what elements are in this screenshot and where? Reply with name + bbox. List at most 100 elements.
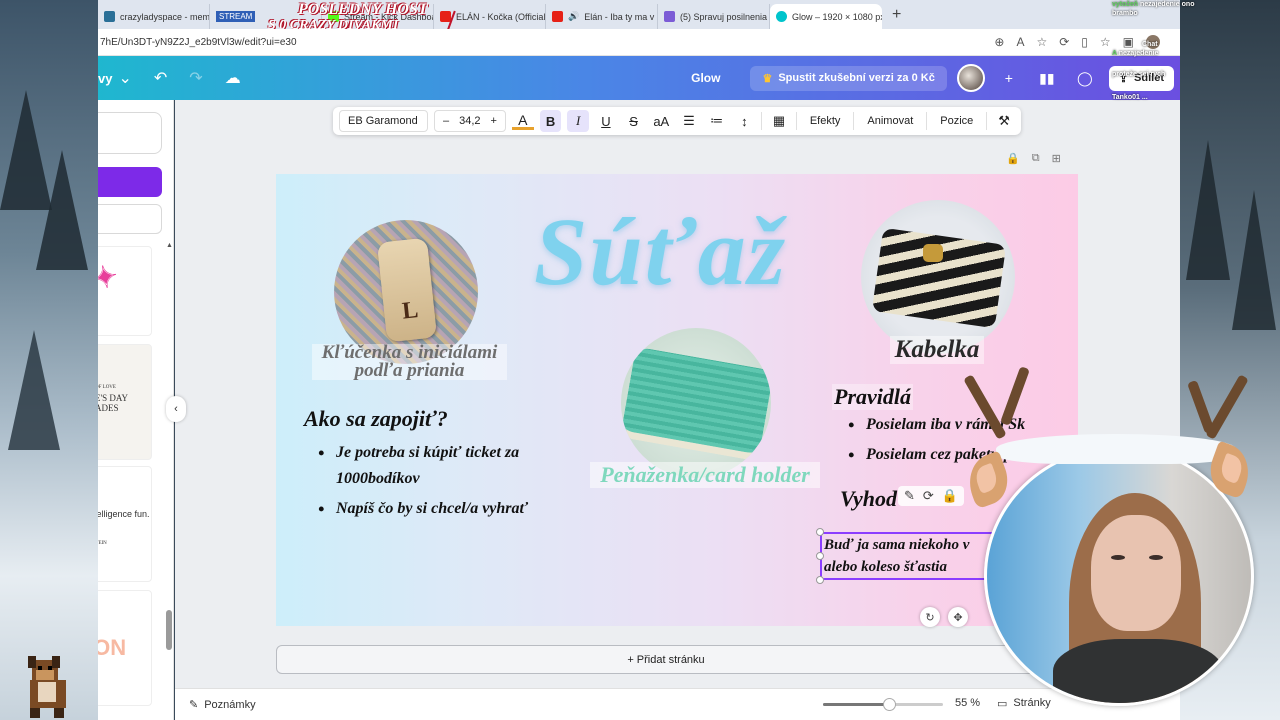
extension-icon[interactable]: ⟳ bbox=[1059, 35, 1069, 49]
tab-favicon bbox=[664, 11, 675, 22]
wallet-caption[interactable]: Peňaženka/card holder bbox=[590, 462, 820, 488]
browser-tab[interactable]: (5) Spravuj posilnenia ✕ bbox=[658, 4, 770, 29]
primary-action-button[interactable] bbox=[98, 167, 162, 197]
zoom-icon[interactable]: ⊕ bbox=[994, 35, 1004, 49]
filter-input[interactable] bbox=[98, 204, 162, 234]
font-size-stepper[interactable]: – 34,2 + bbox=[434, 110, 506, 132]
edit-icon[interactable]: ✎ bbox=[904, 488, 915, 504]
add-page-icon[interactable]: ⊞ bbox=[1052, 152, 1061, 165]
chat-message: Tanko01 ... bbox=[1112, 94, 1148, 101]
browser-tab-active[interactable]: Glow – 1920 × 1080 px ✕ bbox=[770, 4, 882, 29]
template-logo: ✦ bbox=[98, 259, 121, 297]
case-icon[interactable]: aA bbox=[650, 110, 672, 132]
split-screen-icon[interactable]: ▯ bbox=[1081, 35, 1088, 49]
analytics-icon[interactable]: ▮▮ bbox=[1033, 64, 1061, 92]
youtube-favicon-icon bbox=[552, 11, 563, 22]
browser-tab[interactable]: crazyladyspace - mem ✕ bbox=[98, 4, 210, 29]
chat-message: vytožeň nezajedenie ono bbox=[1112, 1, 1195, 8]
chevron-down-icon[interactable]: ⌄ bbox=[118, 68, 131, 88]
document-name[interactable]: Glow bbox=[691, 71, 720, 85]
list-icon[interactable]: ≔ bbox=[706, 110, 728, 132]
start-trial-button[interactable]: ♛ Spustit zkušební verzi za 0 Kč bbox=[750, 65, 947, 91]
move-handle-icon[interactable]: ✥ bbox=[948, 607, 968, 627]
redo-icon[interactable]: ↷ bbox=[189, 68, 202, 88]
strikethrough-icon[interactable]: S bbox=[623, 110, 645, 132]
lock-icon[interactable]: 🔒 bbox=[1006, 152, 1020, 165]
template-thumbnail[interactable]: ntelligence fun. NSTEIN bbox=[98, 466, 152, 582]
resize-handle[interactable] bbox=[816, 528, 824, 536]
bold-icon[interactable]: B bbox=[539, 110, 562, 132]
url-text[interactable]: 7hE/Un3DT-yN9Z2J_e2b9tVl3w/edit?ui=e30 bbox=[100, 37, 297, 48]
rotate-icon[interactable]: ⟳ bbox=[923, 488, 934, 504]
new-tab-button[interactable]: + bbox=[882, 6, 911, 24]
slide-title[interactable]: Súťaž bbox=[534, 196, 787, 307]
star-icon[interactable]: ☆ bbox=[1036, 35, 1047, 49]
bag-clasp bbox=[923, 244, 943, 262]
winner-heading[interactable]: Vyhod bbox=[840, 486, 897, 512]
list-item: Je potreba si kúpiť ticket za 1000bodíko… bbox=[318, 440, 558, 492]
chat-message: Chat bbox=[1142, 41, 1158, 48]
zoom-level[interactable]: 55 % bbox=[955, 697, 980, 709]
design-slide[interactable]: Súťaž L Kľúčenka s iniciálami podľa pria… bbox=[276, 174, 1078, 626]
notes-button[interactable]: ✎ Poznámky bbox=[175, 698, 256, 712]
wallet-body bbox=[621, 346, 771, 462]
effects-button[interactable]: Efekty bbox=[803, 115, 848, 127]
template-thumbnail[interactable]: ✦ bbox=[98, 246, 152, 336]
align-left-icon[interactable]: ☰ bbox=[678, 110, 700, 132]
how-to-join-heading[interactable]: Ako sa zapojiť? bbox=[304, 406, 448, 432]
lock-icon[interactable]: 🔒 bbox=[942, 488, 958, 504]
position-button[interactable]: Pozice bbox=[933, 115, 980, 127]
collapse-panel-button[interactable]: ‹ bbox=[166, 396, 186, 422]
webcam-eye bbox=[1149, 555, 1163, 560]
scrollbar-thumb[interactable] bbox=[166, 610, 172, 650]
template-thumbnail[interactable]: OF LOVE E'S DAY ADES bbox=[98, 344, 152, 460]
search-input[interactable] bbox=[98, 112, 162, 154]
browser-tab[interactable]: 🔊 Elán - Iba ty ma v ✕ bbox=[546, 4, 658, 29]
menu-label[interactable]: vy bbox=[98, 71, 112, 86]
keychain-caption[interactable]: Kľúčenka s iniciálami podľa priania bbox=[312, 343, 507, 380]
template-thumbnail[interactable]: ION bbox=[98, 590, 152, 706]
cloud-saved-icon[interactable]: ☁ bbox=[225, 68, 241, 88]
tree-silhouette bbox=[36, 150, 88, 270]
pages-button[interactable]: ▭ Stránky bbox=[997, 697, 1051, 710]
address-bar[interactable]: 7hE/Un3DT-yN9Z2J_e2b9tVl3w/edit?ui=e30 ⊕… bbox=[98, 29, 1180, 56]
animate-button[interactable]: Animovat bbox=[860, 115, 920, 127]
avatar[interactable] bbox=[956, 64, 985, 92]
paint-roller-icon[interactable]: ⚒ bbox=[993, 110, 1015, 132]
rules-heading[interactable]: Pravidlá bbox=[832, 384, 913, 410]
italic-icon[interactable]: I bbox=[567, 110, 590, 132]
favorites-icon[interactable]: ☆ bbox=[1100, 35, 1111, 49]
scroll-up-icon[interactable]: ▲ bbox=[166, 242, 173, 249]
add-page-button[interactable]: + Přidat stránku bbox=[276, 645, 1056, 674]
wallet-photo[interactable] bbox=[621, 328, 771, 478]
bag-photo[interactable] bbox=[861, 200, 1015, 354]
add-collaborator-icon[interactable]: + bbox=[995, 64, 1023, 92]
tree-silhouette bbox=[1232, 190, 1276, 330]
zoom-slider[interactable] bbox=[823, 698, 943, 711]
how-to-join-list[interactable]: Je potreba si kúpiť ticket za 1000bodíko… bbox=[318, 440, 558, 526]
bag-caption[interactable]: Kabelka bbox=[890, 336, 984, 364]
panel-scrollbar[interactable]: ▲ bbox=[166, 242, 173, 712]
webcam-shirt bbox=[1053, 639, 1223, 703]
transparency-icon[interactable]: ▦ bbox=[768, 110, 790, 132]
undo-icon[interactable]: ↶ bbox=[154, 68, 167, 88]
increase-size-button[interactable]: + bbox=[491, 115, 497, 127]
spacing-icon[interactable]: ↕ bbox=[733, 110, 755, 132]
read-aloud-icon[interactable]: A bbox=[1016, 35, 1024, 49]
resize-handle[interactable] bbox=[816, 552, 824, 560]
font-family-select[interactable]: EB Garamond bbox=[339, 110, 428, 132]
rotate-handle-icon[interactable]: ↻ bbox=[920, 607, 940, 627]
text-color-icon[interactable]: A bbox=[511, 112, 534, 130]
pages-icon: ▭ bbox=[997, 698, 1008, 710]
comment-icon[interactable]: ◯ bbox=[1071, 64, 1099, 92]
font-size-value[interactable]: 34,2 bbox=[459, 115, 480, 127]
decrease-size-button[interactable]: – bbox=[443, 115, 449, 127]
duplicate-icon[interactable]: ⧉ bbox=[1032, 152, 1040, 165]
zoom-slider-handle[interactable] bbox=[883, 698, 896, 711]
tree-silhouette bbox=[8, 330, 60, 450]
underline-icon[interactable]: U bbox=[595, 110, 617, 132]
canva-favicon-icon bbox=[776, 11, 787, 22]
header-left: vy ⌄ ↶ ↷ ☁ bbox=[98, 68, 241, 88]
list-item: Posielam iba v rámci Sk bbox=[848, 410, 1078, 440]
resize-handle[interactable] bbox=[816, 576, 824, 584]
